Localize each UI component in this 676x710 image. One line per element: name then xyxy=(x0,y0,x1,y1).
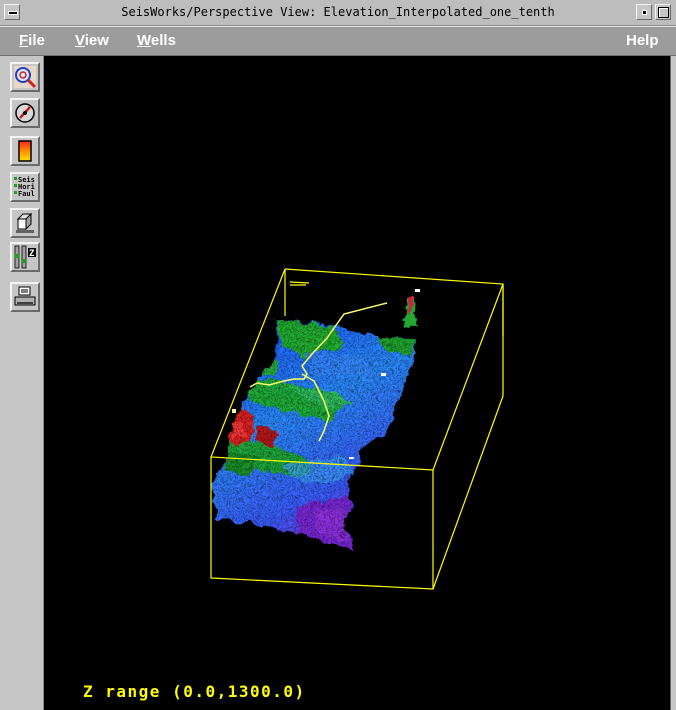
menu-wells[interactable]: Wells xyxy=(137,32,176,49)
perspective-scene xyxy=(210,268,504,590)
perspective-viewport[interactable]: Z range (0.0,1300.0) xyxy=(44,56,670,710)
tool-bar: Seis Hori Faul Z xyxy=(0,56,44,710)
menu-file[interactable]: File xyxy=(19,32,45,49)
well-marker xyxy=(232,409,236,413)
rotate-tool-button[interactable] xyxy=(10,98,40,128)
maximize-button[interactable] xyxy=(655,4,671,20)
zoom-icon xyxy=(14,66,37,89)
elevation-spike xyxy=(404,296,418,331)
3d-box-button[interactable] xyxy=(10,208,40,238)
z-scale-label: Z xyxy=(29,249,35,259)
title-bar: SeisWorks/Perspective View: Elevation_In… xyxy=(0,0,676,26)
rotate-gauge-icon xyxy=(15,103,35,123)
menu-help[interactable]: Help xyxy=(626,32,659,49)
well-label-mark xyxy=(289,281,310,286)
zoom-tool-button[interactable] xyxy=(10,62,40,92)
print-button[interactable] xyxy=(10,282,40,312)
menu-bar: File View Wells Help xyxy=(0,26,676,56)
layer-list-button[interactable]: Seis Hori Faul xyxy=(10,172,40,202)
well-marker xyxy=(415,289,420,292)
menu-view[interactable]: View xyxy=(75,32,109,49)
color-scale-icon xyxy=(18,140,32,162)
layer-label-faul: Faul xyxy=(18,190,35,198)
3d-box-icon xyxy=(16,212,34,233)
well-marker xyxy=(349,457,354,459)
z-scale-button[interactable]: Z xyxy=(10,242,40,272)
window-title: SeisWorks/Perspective View: Elevation_In… xyxy=(121,5,555,19)
minimize-button[interactable] xyxy=(636,4,652,20)
z-range-readout: Z range (0.0,1300.0) xyxy=(83,682,306,701)
window-right-border xyxy=(670,56,676,710)
elevation-surface xyxy=(212,319,416,550)
color-scale-button[interactable] xyxy=(10,136,40,166)
well-marker xyxy=(381,373,386,376)
printer-icon xyxy=(14,286,36,306)
z-scale-icon: Z xyxy=(14,245,36,269)
layer-list-icon: Seis Hori Faul xyxy=(14,176,35,198)
